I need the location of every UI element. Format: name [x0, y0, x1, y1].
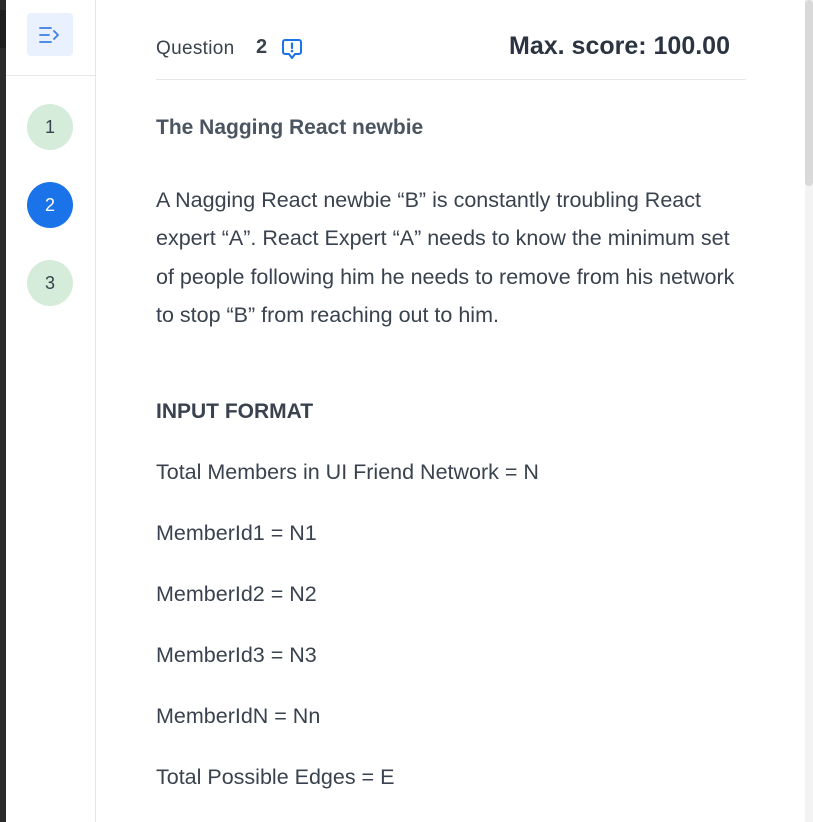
input-format-line: Total Possible Edges = E [156, 765, 395, 789]
question-sidebar: 1 2 3 [6, 0, 96, 822]
question-nav-number: 2 [44, 194, 55, 215]
question-nav-3[interactable]: 3 [27, 260, 73, 306]
input-format-line: MemberId2 = N2 [156, 582, 317, 606]
problem-description: A Nagging React newbie “B” is constantly… [156, 188, 735, 327]
input-format-line: Total Members in UI Friend Network = N [156, 460, 539, 484]
question-header: Question 2 Max. score: 100.00 [156, 28, 746, 68]
max-score: Max. score: 100.00 [509, 32, 730, 60]
collapse-sidebar-icon [39, 26, 59, 43]
question-nav-number: 1 [44, 116, 55, 137]
input-format-line: MemberIdN = Nn [156, 704, 321, 728]
input-format-heading: INPUT FORMAT [156, 400, 314, 423]
sidebar-toggle-button[interactable] [27, 13, 73, 56]
question-number: 2 [256, 36, 268, 58]
question-nav-2[interactable]: 2 [27, 182, 73, 228]
question-nav-1[interactable]: 1 [27, 104, 73, 150]
question-nav-number: 3 [44, 272, 55, 293]
input-format-line: MemberId1 = N1 [156, 521, 317, 545]
question-label: Question [156, 38, 235, 59]
sidebar-divider [6, 75, 95, 76]
problem-title: The Nagging React newbie [156, 116, 424, 139]
vertical-scrollbar[interactable] [805, 0, 813, 822]
header-divider [156, 79, 746, 80]
scrollbar-thumb[interactable] [805, 0, 813, 186]
report-issue-icon[interactable] [281, 37, 303, 61]
input-format-line: MemberId3 = N3 [156, 643, 317, 667]
